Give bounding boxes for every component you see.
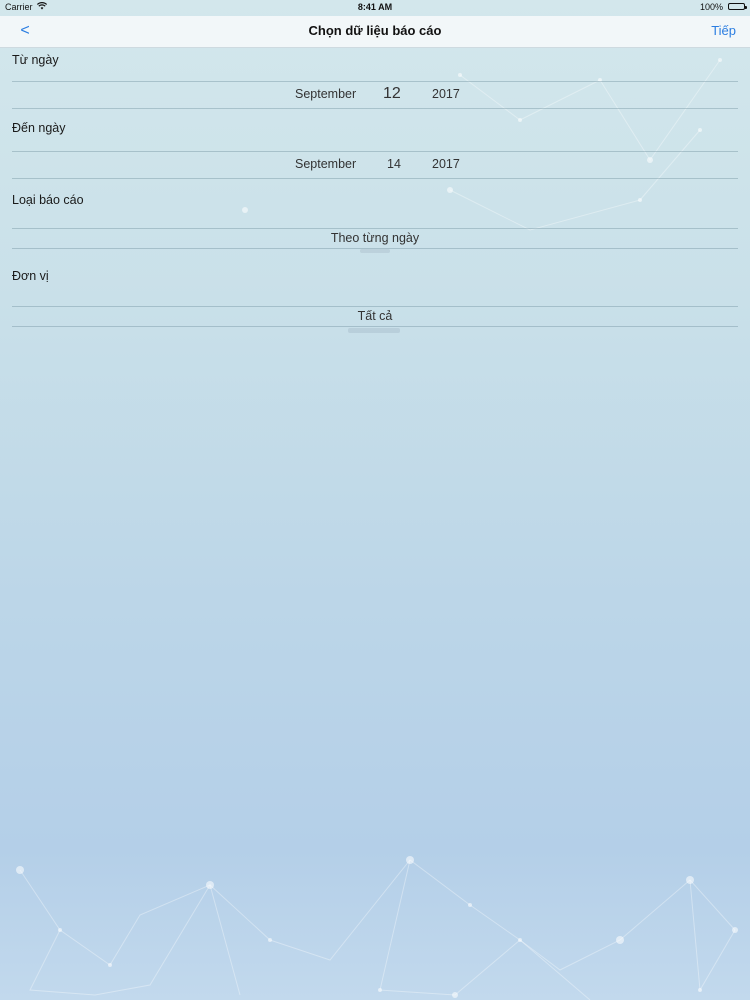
from-date-picker[interactable]: September 12 2017 bbox=[12, 81, 738, 109]
status-time: 8:41 AM bbox=[357, 2, 393, 12]
report-type-picker[interactable]: Theo từng ngày bbox=[12, 228, 738, 249]
to-date-day[interactable]: 14 bbox=[387, 157, 401, 171]
network-background bbox=[16, 58, 738, 1000]
to-date-picker[interactable]: September 14 2017 bbox=[12, 151, 738, 179]
next-button[interactable]: Tiếp bbox=[711, 23, 736, 38]
page-title: Chọn dữ liệu báo cáo bbox=[308, 23, 442, 38]
report-type-value[interactable]: Theo từng ngày bbox=[12, 231, 738, 245]
from-date-year[interactable]: 2017 bbox=[432, 87, 460, 101]
battery-percent: 100% bbox=[699, 2, 723, 12]
status-bar: Carrier 8:41 AM 100% bbox=[0, 0, 750, 16]
unit-label: Đơn vị bbox=[12, 269, 49, 283]
to-date-label: Đến ngày bbox=[12, 121, 66, 135]
from-date-day[interactable]: 12 bbox=[383, 85, 401, 103]
report-type-label: Loại báo cáo bbox=[12, 193, 84, 207]
unit-value[interactable]: Tất cả bbox=[12, 309, 738, 323]
from-date-label: Từ ngày bbox=[12, 53, 59, 67]
unit-picker[interactable]: Tất cả bbox=[12, 306, 738, 327]
navigation-bar: < Chọn dữ liệu báo cáo Tiếp bbox=[0, 16, 750, 48]
to-date-month[interactable]: September bbox=[295, 157, 356, 171]
picker-fade-row bbox=[348, 328, 400, 333]
picker-fade-row bbox=[360, 249, 390, 253]
from-date-month[interactable]: September bbox=[295, 87, 356, 101]
to-date-year[interactable]: 2017 bbox=[432, 157, 460, 171]
battery-icon bbox=[728, 3, 747, 10]
